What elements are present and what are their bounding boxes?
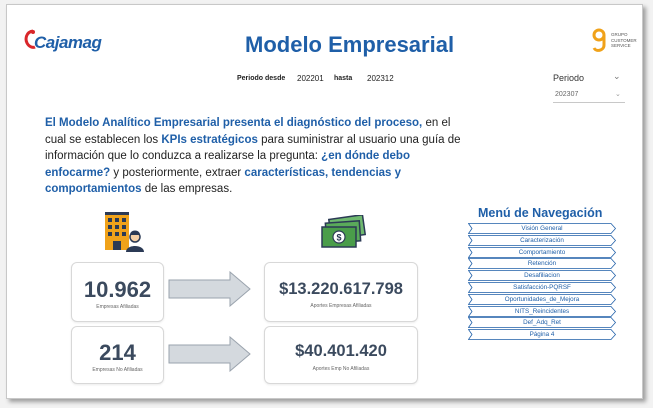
- chevron-down-icon[interactable]: ⌄: [613, 71, 621, 82]
- nav-button-label: Caracterización: [520, 236, 564, 244]
- kpi-card-non-affiliated-count: 214 Empresas No Afiliadas: [71, 326, 164, 384]
- nav-button-label: Desafiliacion: [524, 272, 560, 280]
- period-from-value: 202201: [297, 74, 324, 83]
- nav-menu-title: Menú de Navegación: [478, 206, 603, 220]
- partner-logo-icon: [592, 28, 606, 52]
- kpi-card-affiliated-contrib: $13.220.617.798 Aportes Empresas Afiliad…: [264, 262, 418, 322]
- dropdown-chevron-icon[interactable]: ⌄: [615, 90, 621, 98]
- period-from-label: Periodo desde: [237, 75, 286, 82]
- nav-button-label: Comportamiento: [518, 248, 566, 256]
- nav-button-label: Def_Adq_Ret: [523, 319, 561, 327]
- nav-button-vision-general[interactable]: Visión General: [468, 223, 616, 234]
- nav-button-label: Visión General: [521, 225, 563, 232]
- nav-button-label: Retención: [527, 260, 557, 268]
- kpi-label: Aportes Emp No Afiliadas: [312, 366, 370, 372]
- kpi-value: $13.220.617.798: [279, 280, 403, 298]
- partner-logo-text: Grupo Customer Service: [611, 32, 637, 48]
- cajamag-logo-text: Cajamag: [34, 33, 102, 52]
- nav-button-label: NITS_Reincidentes: [514, 307, 570, 315]
- report-canvas: Cajamag Modelo Empresarial Grupo Custome…: [6, 4, 643, 399]
- description-part: de las empresas.: [141, 183, 233, 195]
- kpi-card-non-affiliated-contrib: $40.401.420 Aportes Emp No Afiliadas: [264, 326, 418, 384]
- kpi-label: Empresas Afiliadas: [96, 304, 139, 310]
- arrow-right-icon: [168, 271, 251, 307]
- page-title: Modelo Empresarial: [245, 32, 455, 57]
- nav-button-retencion[interactable]: Retención: [468, 258, 616, 270]
- period-dropdown-value: 202307: [555, 91, 579, 98]
- period-to-value: 202312: [367, 74, 394, 83]
- money-icon: $: [321, 215, 366, 248]
- nav-button-pagina-4[interactable]: Página 4: [468, 329, 616, 341]
- period-to-label: hasta: [334, 75, 353, 82]
- nav-button-nits-reincidentes[interactable]: NITS_Reincidentes: [468, 305, 616, 317]
- nav-button-def-adq-ret[interactable]: Def_Adq_Ret: [468, 317, 616, 329]
- nav-button-oportunidades-de-mejora[interactable]: Oportunidades_de_Mejora: [468, 293, 616, 305]
- nav-button-label: Satisfacción-PQRSF: [513, 284, 571, 291]
- building-icon: [105, 212, 144, 252]
- nav-button-caracterizacion[interactable]: Caracterización: [468, 234, 616, 246]
- kpi-card-affiliated-count: 10.962 Empresas Afiliadas: [71, 262, 164, 322]
- kpi-value: $40.401.420: [295, 342, 387, 360]
- description-part: y posteriormente, extraer: [110, 166, 245, 179]
- kpi-value: 10.962: [83, 277, 152, 302]
- description-text: El Modelo Analítico Empresarial presenta…: [45, 115, 465, 198]
- svg-text:$: $: [336, 233, 341, 243]
- nav-button-label: Oportunidades_de_Mejora: [504, 295, 580, 303]
- nav-button-label: Página 4: [529, 331, 555, 339]
- kpi-label: Aportes Empresas Afiliadas: [310, 303, 372, 309]
- nav-button-satisfaccion-pqrsf[interactable]: Satisfacción-PQRSF: [468, 282, 616, 293]
- nav-button-comportamiento[interactable]: Comportamiento: [468, 246, 616, 258]
- kpi-value: 214: [99, 340, 136, 365]
- nav-button-desafiliacion[interactable]: Desafiliacion: [468, 270, 616, 282]
- kpi-label: Empresas No Afiliadas: [92, 367, 143, 373]
- slicer-title: Periodo: [553, 73, 585, 83]
- arrow-right-icon: [168, 336, 251, 372]
- description-kpis: KPIs estratégicos: [161, 133, 258, 146]
- description-lead: El Modelo Analítico Empresarial presenta…: [45, 117, 423, 129]
